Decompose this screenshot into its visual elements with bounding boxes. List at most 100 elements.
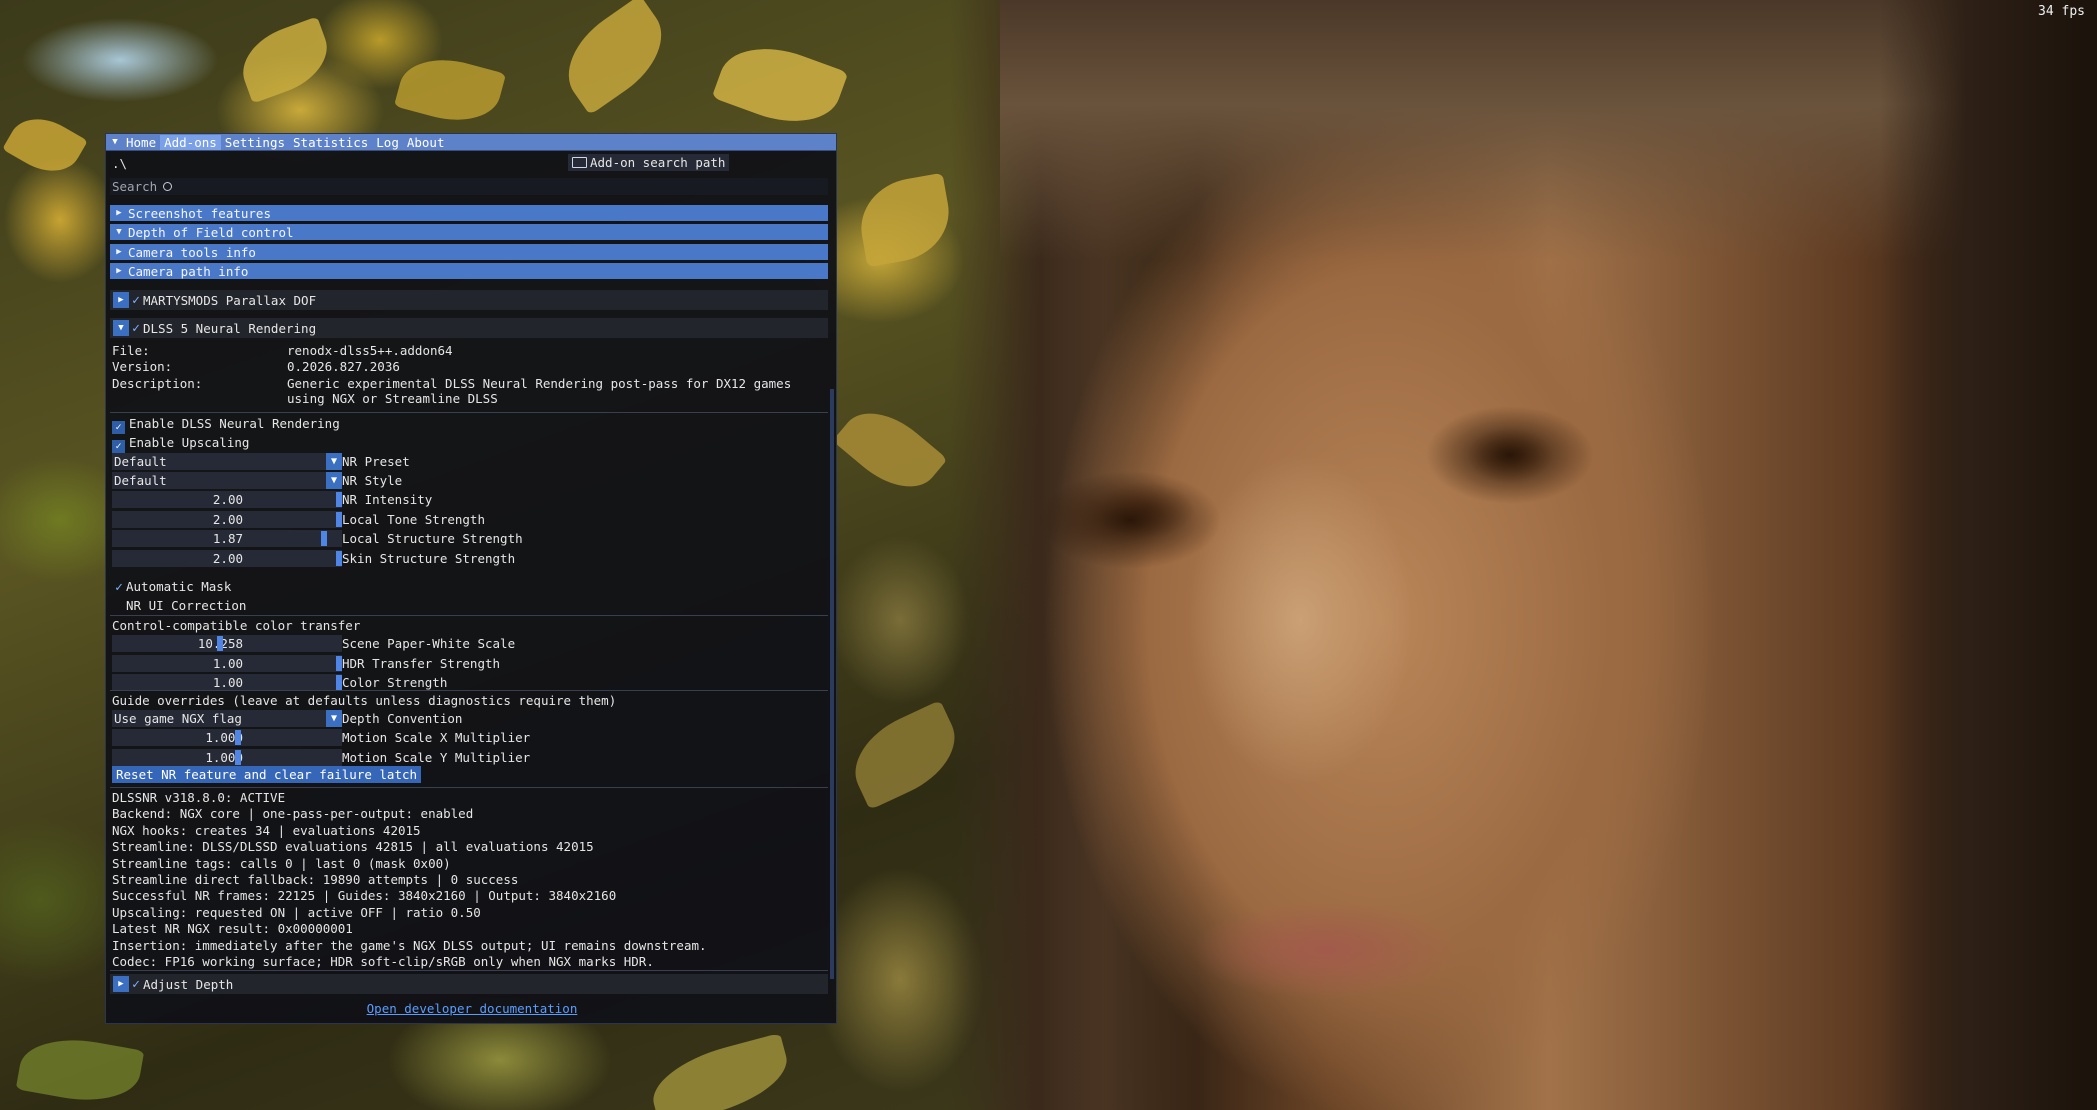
version-label: Version: (112, 359, 173, 374)
addon-adjust-depth[interactable]: ▶ ✓ Adjust Depth (110, 974, 828, 994)
slider-value: 10.258 (112, 636, 243, 651)
arrow-down-icon[interactable]: ▼ (326, 453, 342, 470)
hdr-transfer-strength-label: HDR Transfer Strength (342, 655, 501, 671)
arrow-down-icon[interactable]: ▼ (326, 472, 342, 489)
checkmark-icon[interactable]: ✓ (129, 293, 143, 308)
depth-convention-label: Depth Convention (342, 711, 463, 726)
leaf (549, 0, 681, 116)
leaf (15, 1030, 145, 1110)
nr-preset-combo[interactable]: Default ▼ (112, 453, 342, 470)
leaf (832, 394, 948, 506)
header-depth-of-field-control[interactable]: ▼ Depth of Field control (110, 224, 828, 240)
header-camera-tools-info[interactable]: ▶ Camera tools info (110, 244, 828, 260)
local-tone-strength-label: Local Tone Strength (342, 511, 485, 527)
motion-scale-x-multiplier-label: Motion Scale X Multiplier (342, 730, 531, 745)
addon-overlay-window[interactable]: ▼ Home Add-ons Settings Statistics Log A… (105, 133, 837, 1024)
local-structure-strength-slider[interactable]: 1.87 (112, 530, 342, 547)
developer-documentation-link[interactable]: Open developer documentation (106, 1001, 838, 1016)
slider-value: 1.000 (205, 730, 243, 745)
checkmark-icon[interactable]: ✓ (112, 421, 125, 434)
description-line-1: Generic experimental DLSS Neural Renderi… (287, 376, 792, 391)
menu-bar: ▼ Home Add-ons Settings Statistics Log A… (106, 134, 836, 151)
slider-grab[interactable] (321, 531, 327, 546)
folder-icon (572, 157, 587, 168)
nr-preset-label: NR Preset (342, 454, 410, 469)
local-structure-strength-label: Local Structure Strength (342, 531, 523, 546)
automatic-mask-checkbox[interactable]: ✓ Automatic Mask (112, 579, 231, 595)
checkbox-label: NR UI Correction (126, 598, 247, 613)
hdr-transfer-strength-slider[interactable]: 1.00 (112, 654, 342, 672)
search-input[interactable]: Search (110, 178, 828, 195)
slider-grab[interactable] (235, 749, 241, 765)
tab-home[interactable]: Home (122, 135, 160, 150)
motion-scale-y-multiplier-slider[interactable]: 1.000 (112, 748, 342, 766)
local-tone-strength-slider[interactable]: 2.00 (112, 510, 342, 528)
scrollbar[interactable] (830, 389, 834, 979)
status-line: Successful NR frames: 22125 | Guides: 38… (112, 888, 617, 904)
nr-style-label: NR Style (342, 473, 403, 488)
slider-value: 1.00 (212, 675, 243, 690)
skin-structure-strength-slider[interactable]: 2.00 (112, 549, 342, 567)
addon-dlss-neural-rendering[interactable]: ▼ ✓ DLSS 5 Neural Rendering (110, 318, 828, 338)
hair (1880, 0, 2097, 1110)
tab-about[interactable]: About (403, 135, 449, 150)
arrow-down-icon[interactable]: ▼ (326, 710, 342, 727)
status-line: Latest NR NGX result: 0x00000001 (112, 921, 353, 937)
tab-settings[interactable]: Settings (221, 135, 289, 150)
slider-grab[interactable] (217, 636, 223, 651)
checkmark-icon[interactable]: ✓ (112, 580, 126, 595)
menu-triangle-icon[interactable]: ▼ (108, 137, 122, 147)
nr-ui-correction-checkbox[interactable]: NR UI Correction (112, 598, 246, 613)
header-label: Screenshot features (128, 205, 271, 221)
checkbox-label: Enable Upscaling (129, 435, 250, 450)
addon-search-path-button[interactable]: Add-on search path (568, 154, 730, 171)
status-line: Streamline direct fallback: 19890 attemp… (112, 872, 519, 887)
arrow-down-icon[interactable]: ▼ (113, 320, 129, 336)
leaf (2, 105, 88, 185)
arrow-right-icon: ▶ (116, 208, 122, 218)
leaf (644, 1032, 796, 1110)
checkmark-icon[interactable]: ✓ (129, 977, 143, 992)
file-label: File: (112, 343, 150, 358)
enable-nr-checkbox[interactable]: ✓ Enable DLSS Neural Rendering (112, 416, 340, 434)
motion-scale-x-multiplier-slider[interactable]: 1.000 (112, 729, 342, 746)
depth-convention-combo[interactable]: Use game NGX flag ▼ (112, 710, 342, 727)
nr-intensity-slider[interactable]: 2.00 (112, 491, 342, 508)
checkmark-icon[interactable]: ✓ (112, 440, 125, 453)
combo-value: Default (114, 473, 167, 488)
nr-style-combo[interactable]: Default ▼ (112, 472, 342, 489)
color-strength-label: Color Strength (342, 675, 448, 690)
nr-intensity-label: NR Intensity (342, 492, 433, 507)
arrow-right-icon[interactable]: ▶ (113, 976, 129, 992)
arrow-right-icon[interactable]: ▶ (113, 292, 129, 308)
header-label: Depth of Field control (128, 224, 294, 240)
leaf (853, 172, 957, 268)
search-label: Search (112, 179, 158, 194)
checkbox-label: Automatic Mask (126, 579, 232, 594)
arrow-right-icon: ▶ (116, 247, 122, 257)
slider-value: 2.00 (212, 550, 243, 566)
checkmark-icon[interactable]: ✓ (129, 321, 143, 336)
tab-addons[interactable]: Add-ons (160, 134, 221, 150)
leaf (232, 16, 338, 104)
slider-grab[interactable] (235, 730, 241, 745)
header-label: Camera tools info (128, 244, 256, 260)
header-screenshot-features[interactable]: ▶ Screenshot features (110, 205, 828, 221)
addon-parallax-dof[interactable]: ▶ ✓ MARTYSMODS Parallax DOF (110, 290, 828, 310)
color-strength-slider[interactable]: 1.00 (112, 674, 342, 691)
status-line: Streamline tags: calls 0 | last 0 (mask … (112, 855, 451, 871)
scene-paper-white-scale-slider[interactable]: 10.258 (112, 635, 342, 652)
arrow-right-icon: ▶ (116, 266, 122, 276)
tab-statistics[interactable]: Statistics (289, 135, 372, 150)
divider (110, 615, 828, 616)
description-line-2: using NGX or Streamline DLSS (287, 391, 498, 406)
reset-nr-button[interactable]: Reset NR feature and clear failure latch (112, 766, 422, 783)
leaf (711, 31, 849, 139)
slider-value: 1.000 (205, 749, 243, 765)
header-label: Camera path info (128, 263, 249, 279)
enable-upscaling-checkbox[interactable]: ✓ Enable Upscaling (112, 435, 249, 453)
fps-counter: 34 fps (2038, 4, 2085, 19)
addon-label: Adjust Depth (143, 976, 234, 992)
tab-log[interactable]: Log (372, 135, 403, 150)
header-camera-path-info[interactable]: ▶ Camera path info (110, 263, 828, 279)
